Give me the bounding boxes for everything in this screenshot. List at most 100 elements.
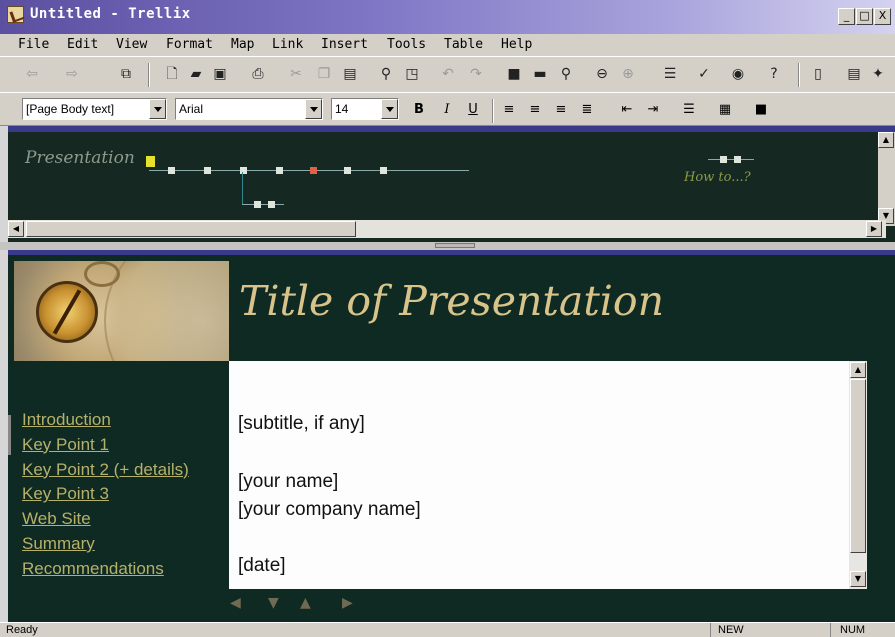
page-vertical-scrollbar[interactable]: ▲ ▼: [849, 361, 867, 589]
page-view-icon[interactable]: ▬: [530, 64, 550, 84]
map-vertical-scrollbar[interactable]: ▲ ▼: [878, 132, 895, 226]
notes-icon[interactable]: ▤: [844, 64, 864, 84]
nav-link-recommendations[interactable]: Recommendations: [22, 557, 189, 582]
menu-edit[interactable]: Edit: [67, 37, 98, 52]
back-icon[interactable]: ⇦: [22, 64, 42, 84]
redo-icon[interactable]: ↷: [466, 64, 486, 84]
new-icon[interactable]: 🗋: [162, 64, 182, 84]
splitter-grip[interactable]: [435, 243, 475, 248]
align-center-icon[interactable]: ≡: [526, 101, 544, 119]
star-icon[interactable]: ✦: [868, 64, 888, 84]
map-node[interactable]: [168, 167, 175, 174]
show-icon[interactable]: ⊕: [618, 64, 638, 84]
presentation-title[interactable]: Title of Presentation: [239, 277, 664, 325]
align-left-icon[interactable]: ≡: [500, 101, 518, 119]
chevron-down-icon[interactable]: [149, 99, 166, 119]
save-icon[interactable]: ▣: [210, 64, 230, 84]
map-node[interactable]: [204, 167, 211, 174]
table-icon[interactable]: ▦: [716, 101, 734, 119]
underline-button[interactable]: U: [464, 101, 482, 119]
hide-icon[interactable]: ⊖: [592, 64, 612, 84]
map-node[interactable]: [276, 167, 283, 174]
map-root-node[interactable]: [146, 156, 155, 167]
nav-link-key-point-1[interactable]: Key Point 1: [22, 433, 189, 458]
scroll-up-icon[interactable]: ▲: [850, 362, 866, 378]
menu-file[interactable]: File: [18, 37, 49, 52]
menu-table[interactable]: Table: [444, 37, 483, 52]
bold-button[interactable]: B: [410, 101, 428, 119]
menu-map[interactable]: Map: [231, 37, 254, 52]
background-color-icon[interactable]: ■: [752, 101, 770, 119]
menu-help[interactable]: Help: [501, 37, 532, 52]
zoom-icon[interactable]: ⚲: [556, 64, 576, 84]
italic-button[interactable]: I: [438, 101, 456, 119]
find-icon[interactable]: ⚲: [376, 64, 396, 84]
pane-splitter[interactable]: [0, 242, 895, 250]
map-node[interactable]: [254, 201, 261, 208]
menu-link[interactable]: Link: [272, 37, 303, 52]
scroll-thumb[interactable]: [850, 379, 866, 553]
minimize-button[interactable]: _: [838, 8, 855, 25]
chevron-down-icon[interactable]: [305, 99, 322, 119]
maximize-button[interactable]: □: [856, 8, 873, 25]
scroll-down-icon[interactable]: ▼: [850, 571, 866, 587]
howto-label[interactable]: How to...?: [684, 170, 751, 185]
spell-icon[interactable]: ◳: [402, 64, 422, 84]
previous-page-icon[interactable]: ◀: [230, 595, 241, 611]
nav-link-introduction[interactable]: Introduction: [22, 408, 189, 433]
page-body[interactable]: [subtitle, if any] [your name] [your com…: [229, 361, 849, 589]
scroll-up-icon[interactable]: ▲: [878, 132, 894, 148]
paste-icon[interactable]: ▤: [340, 64, 360, 84]
copy-icon[interactable]: ❐: [314, 64, 334, 84]
next-page-icon[interactable]: ▶: [342, 595, 353, 611]
menu-format[interactable]: Format: [166, 37, 213, 52]
open-icon[interactable]: ▰: [186, 64, 206, 84]
publish-icon[interactable]: ☰: [660, 64, 680, 84]
trellix-app-icon[interactable]: [7, 6, 24, 23]
map-view-icon[interactable]: ■: [504, 64, 524, 84]
scroll-right-icon[interactable]: ▶: [866, 221, 882, 237]
undo-icon[interactable]: ↶: [438, 64, 458, 84]
print-icon[interactable]: ⎙: [248, 64, 268, 84]
nav-link-key-point-2[interactable]: Key Point 2 (+ details): [22, 458, 189, 483]
bullet-list-icon[interactable]: ☰: [680, 101, 698, 119]
map-root-label[interactable]: Presentation: [25, 148, 135, 168]
menu-tools[interactable]: Tools: [387, 37, 426, 52]
menu-view[interactable]: View: [116, 37, 147, 52]
map-node[interactable]: [380, 167, 387, 174]
font-select[interactable]: Arial: [175, 98, 323, 120]
align-right-icon[interactable]: ≡: [552, 101, 570, 119]
link-icon[interactable]: ⧉: [116, 64, 136, 84]
justify-icon[interactable]: ≣: [578, 101, 596, 119]
web-icon[interactable]: ◉: [728, 64, 748, 84]
style-select[interactable]: [Page Body text]: [22, 98, 167, 120]
close-button[interactable]: X: [874, 8, 891, 25]
map-node[interactable]: [310, 167, 317, 174]
down-page-icon[interactable]: ▼: [268, 595, 279, 611]
map-node[interactable]: [344, 167, 351, 174]
forward-icon[interactable]: ⇨: [62, 64, 82, 84]
whats-this-icon[interactable]: ?: [764, 64, 784, 84]
map-node[interactable]: [268, 201, 275, 208]
nav-link-key-point-3[interactable]: Key Point 3: [22, 482, 189, 507]
map-node[interactable]: [734, 156, 741, 163]
map-horizontal-scrollbar[interactable]: ◀ ▶: [8, 220, 886, 238]
menu-insert[interactable]: Insert: [321, 37, 368, 52]
chevron-down-icon[interactable]: [381, 99, 398, 119]
scroll-thumb[interactable]: [26, 221, 356, 237]
map-node[interactable]: [720, 156, 727, 163]
outdent-icon[interactable]: ⇤: [618, 101, 636, 119]
nav-link-web-site[interactable]: Web Site: [22, 507, 189, 532]
font-size-select[interactable]: 14: [331, 98, 399, 120]
spell-check-icon[interactable]: ✓: [694, 64, 714, 84]
subtitle-text[interactable]: [subtitle, if any]: [238, 413, 365, 435]
nav-link-summary[interactable]: Summary: [22, 532, 189, 557]
up-page-icon[interactable]: ▲: [300, 595, 311, 611]
author-name-text[interactable]: [your name]: [238, 471, 338, 493]
properties-icon[interactable]: ▯: [808, 64, 828, 84]
scroll-left-icon[interactable]: ◀: [8, 221, 24, 237]
indent-icon[interactable]: ⇥: [644, 101, 662, 119]
date-text[interactable]: [date]: [238, 555, 286, 577]
company-name-text[interactable]: [your company name]: [238, 499, 421, 521]
cut-icon[interactable]: ✂: [286, 64, 306, 84]
